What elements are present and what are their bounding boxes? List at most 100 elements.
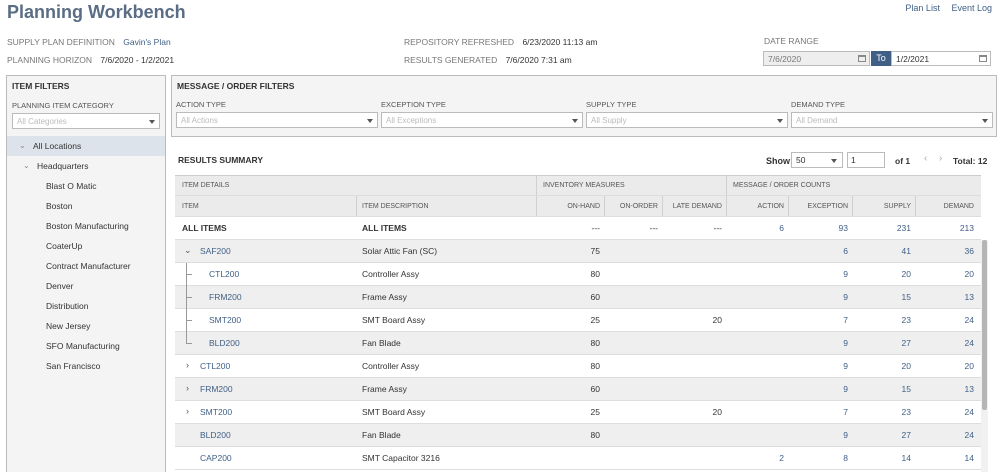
col-on-order[interactable]: ON-ORDER bbox=[604, 196, 658, 216]
demand-cell[interactable]: 20 bbox=[915, 263, 974, 285]
previous-page-icon[interactable]: ‹ bbox=[924, 153, 927, 164]
calendar-icon[interactable] bbox=[858, 55, 866, 62]
item-cell[interactable]: FRM200 bbox=[209, 286, 242, 308]
page-number-input[interactable]: 1 bbox=[847, 152, 885, 168]
location-item[interactable]: Blast O Matic bbox=[7, 176, 165, 196]
table-row[interactable]: CAP200 SMT Capacitor 3216 2 8 14 14 bbox=[175, 447, 981, 470]
table-row[interactable]: CTL200 Controller Assy 80 9 20 20 bbox=[175, 263, 981, 286]
action-cell[interactable] bbox=[726, 378, 784, 400]
demand-cell[interactable]: 24 bbox=[915, 332, 974, 354]
chevron-right-icon[interactable]: › bbox=[186, 406, 189, 416]
col-demand[interactable]: DEMAND bbox=[915, 196, 974, 216]
supply-cell[interactable]: 23 bbox=[852, 401, 911, 423]
table-row[interactable]: › SMT200 SMT Board Assy 25 20 7 23 24 bbox=[175, 401, 981, 424]
location-item[interactable]: Boston Manufacturing bbox=[7, 216, 165, 236]
demand-cell[interactable]: 24 bbox=[915, 401, 974, 423]
exception-cell[interactable]: 7 bbox=[788, 401, 848, 423]
table-row[interactable]: BLD200 Fan Blade 80 9 27 24 bbox=[175, 424, 981, 447]
col-on-hand[interactable]: ON-HAND bbox=[536, 196, 600, 216]
exception-cell[interactable]: 9 bbox=[788, 378, 848, 400]
demand-cell[interactable]: 213 bbox=[915, 217, 974, 239]
action-cell[interactable] bbox=[726, 240, 784, 262]
table-row[interactable]: BLD200 Fan Blade 80 9 27 24 bbox=[175, 332, 981, 355]
item-cell[interactable]: CTL200 bbox=[200, 355, 230, 377]
table-row[interactable]: › FRM200 Frame Assy 60 9 15 13 bbox=[175, 378, 981, 401]
table-row[interactable]: FRM200 Frame Assy 60 9 15 13 bbox=[175, 286, 981, 309]
supply-cell[interactable]: 23 bbox=[852, 309, 911, 331]
demand-cell[interactable]: 24 bbox=[915, 424, 974, 446]
location-item[interactable]: Contract Manufacturer bbox=[7, 256, 165, 276]
item-cell[interactable]: CTL200 bbox=[209, 263, 239, 285]
exception-type-select[interactable]: All Exceptions bbox=[381, 112, 583, 128]
exception-cell[interactable]: 9 bbox=[788, 286, 848, 308]
supply-cell[interactable]: 231 bbox=[852, 217, 911, 239]
supply-cell[interactable]: 41 bbox=[852, 240, 911, 262]
table-row[interactable]: ALL ITEMS ALL ITEMS --- --- --- 6 93 231 213 bbox=[175, 217, 981, 240]
col-description[interactable]: ITEM DESCRIPTION bbox=[362, 196, 429, 216]
chevron-right-icon[interactable]: › bbox=[186, 383, 189, 393]
exception-cell[interactable]: 9 bbox=[788, 332, 848, 354]
table-row[interactable]: › CTL200 Controller Assy 80 9 20 20 bbox=[175, 355, 981, 378]
table-scrollbar-thumb[interactable] bbox=[982, 240, 987, 410]
col-action[interactable]: ACTION bbox=[726, 196, 784, 216]
demand-cell[interactable]: 13 bbox=[915, 286, 974, 308]
table-row[interactable]: ⌄ SAF200 Solar Attic Fan (SC) 75 6 41 36 bbox=[175, 240, 981, 263]
supply-cell[interactable]: 20 bbox=[852, 355, 911, 377]
location-item[interactable]: New Jersey bbox=[7, 316, 165, 336]
action-cell[interactable]: 2 bbox=[726, 447, 784, 469]
exception-cell[interactable]: 8 bbox=[788, 447, 848, 469]
supply-type-select[interactable]: All Supply bbox=[586, 112, 788, 128]
location-item[interactable]: San Francisco bbox=[7, 356, 165, 376]
exception-cell[interactable]: 7 bbox=[788, 309, 848, 331]
item-cell[interactable]: BLD200 bbox=[209, 332, 240, 354]
chevron-down-icon[interactable]: ⌄ bbox=[23, 156, 30, 176]
next-page-icon[interactable]: › bbox=[939, 153, 942, 164]
demand-cell[interactable]: 13 bbox=[915, 378, 974, 400]
col-item[interactable]: ITEM bbox=[182, 196, 199, 216]
item-cell[interactable]: BLD200 bbox=[200, 424, 231, 446]
item-cell[interactable]: SMT200 bbox=[200, 401, 232, 423]
supply-cell[interactable]: 14 bbox=[852, 447, 911, 469]
supply-cell[interactable]: 27 bbox=[852, 332, 911, 354]
action-cell[interactable]: 6 bbox=[726, 217, 784, 239]
date-from-input[interactable]: 7/6/2020 bbox=[763, 51, 870, 66]
location-item[interactable]: CoaterUp bbox=[7, 236, 165, 256]
event-log-link[interactable]: Event Log bbox=[951, 3, 992, 13]
action-cell[interactable] bbox=[726, 424, 784, 446]
demand-cell[interactable]: 24 bbox=[915, 309, 974, 331]
supply-cell[interactable]: 15 bbox=[852, 286, 911, 308]
date-to-input[interactable]: 1/2/2021 bbox=[891, 51, 991, 66]
action-cell[interactable] bbox=[726, 332, 784, 354]
chevron-right-icon[interactable]: › bbox=[186, 360, 189, 370]
col-supply[interactable]: SUPPLY bbox=[852, 196, 911, 216]
item-cell[interactable]: SMT200 bbox=[209, 309, 241, 331]
exception-cell[interactable]: 93 bbox=[788, 217, 848, 239]
action-cell[interactable] bbox=[726, 286, 784, 308]
supply-cell[interactable]: 27 bbox=[852, 424, 911, 446]
demand-cell[interactable]: 14 bbox=[915, 447, 974, 469]
supply-cell[interactable]: 20 bbox=[852, 263, 911, 285]
col-exception[interactable]: EXCEPTION bbox=[788, 196, 848, 216]
category-select[interactable]: All Categories bbox=[12, 113, 160, 129]
location-item[interactable]: ⌄ Headquarters bbox=[7, 156, 165, 176]
chevron-down-icon[interactable]: ⌄ bbox=[19, 136, 26, 156]
plan-list-link[interactable]: Plan List bbox=[905, 3, 940, 13]
chevron-down-icon[interactable]: ⌄ bbox=[184, 245, 192, 256]
demand-cell[interactable]: 20 bbox=[915, 355, 974, 377]
action-cell[interactable] bbox=[726, 309, 784, 331]
calendar-icon[interactable] bbox=[979, 55, 987, 62]
location-item[interactable]: Distribution bbox=[7, 296, 165, 316]
table-row[interactable]: SMT200 SMT Board Assy 25 20 7 23 24 bbox=[175, 309, 981, 332]
supply-cell[interactable]: 15 bbox=[852, 378, 911, 400]
action-type-select[interactable]: All Actions bbox=[176, 112, 378, 128]
exception-cell[interactable]: 6 bbox=[788, 240, 848, 262]
demand-cell[interactable]: 36 bbox=[915, 240, 974, 262]
item-cell[interactable]: CAP200 bbox=[200, 447, 232, 469]
action-cell[interactable] bbox=[726, 263, 784, 285]
action-cell[interactable] bbox=[726, 355, 784, 377]
location-item[interactable]: SFO Manufacturing bbox=[7, 336, 165, 356]
col-late-demand[interactable]: LATE DEMAND bbox=[662, 196, 722, 216]
action-cell[interactable] bbox=[726, 401, 784, 423]
page-size-select[interactable]: 50 bbox=[791, 152, 843, 168]
exception-cell[interactable]: 9 bbox=[788, 355, 848, 377]
